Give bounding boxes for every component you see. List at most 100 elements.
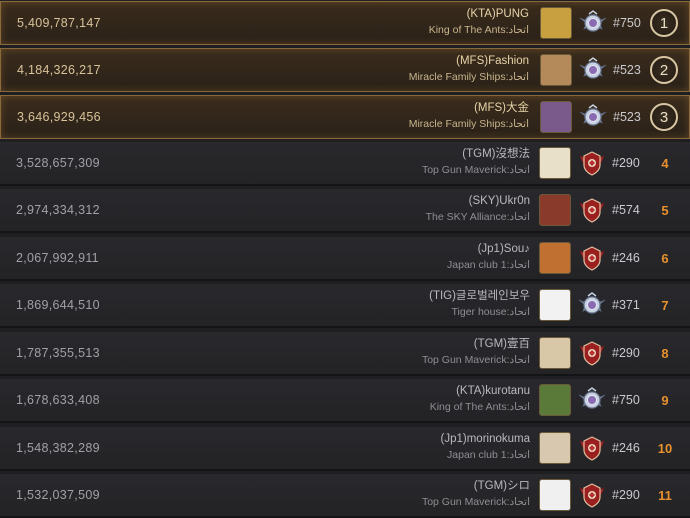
score-value: 1,532,037,509	[16, 488, 100, 502]
rank-text: 6	[661, 250, 669, 266]
level-value: #290	[612, 156, 640, 170]
level-value: #290	[612, 346, 640, 360]
level-value: #750	[613, 16, 641, 30]
red-shield-badge-icon	[577, 243, 607, 273]
leaderboard-row[interactable]: 3,646,929,456 (MFS)大金 Miracle Family Ships…	[0, 95, 690, 139]
player-info: (SKY)Ukr0n The SKY Alliance:اتحاد	[426, 193, 530, 225]
player-name: (TGM)シロ	[473, 480, 530, 492]
rank-text: 4	[661, 155, 669, 171]
guild-name: The SKY Alliance:اتحاد	[425, 211, 530, 223]
player-name: (MFS)大金	[474, 102, 529, 114]
leaderboard-row[interactable]: 1,869,644,510 (TIG)글로벌레인보우 Tiger house:اتح…	[0, 284, 690, 328]
leaderboard-row[interactable]: 1,787,355,513 (TGM)壹百 Top Gun Maverick:اتح…	[0, 332, 690, 376]
rank-text: 9	[661, 392, 669, 408]
score-value: 4,184,326,217	[17, 63, 101, 77]
player-name: (TGM)沒想法	[462, 148, 530, 160]
rank-text: 7	[661, 297, 669, 313]
player-info: (TIG)글로벌레인보우 Tiger house:اتحاد	[429, 288, 530, 320]
player-avatar-icon[interactable]	[540, 101, 572, 133]
score-value: 1,678,633,408	[16, 393, 100, 407]
leaderboard-row[interactable]: 5,409,787,147 (KTA)PUNG King of The Ants:ا…	[0, 1, 690, 45]
player-name: (MFS)Fashion	[456, 55, 529, 67]
leaderboard-row[interactable]: 2,974,334,312 (SKY)Ukr0n The SKY Alliance:…	[0, 189, 690, 233]
player-name: (Jp1)morinokuma	[440, 433, 530, 445]
silver-wing-badge-icon	[578, 55, 608, 85]
guild-name: Miracle Family Ships:اتحاد	[408, 118, 529, 130]
player-name: (KTA)kurotanu	[456, 385, 530, 397]
leaderboard-row[interactable]: 3,528,657,309 (TGM)沒想法 Top Gun Maverick:ات…	[0, 142, 690, 186]
rank-number: 5	[640, 189, 690, 231]
player-avatar-icon[interactable]	[539, 289, 571, 321]
player-info: (TGM)沒想法 Top Gun Maverick:اتحاد	[422, 146, 530, 178]
rank-text: 11	[658, 487, 672, 503]
rank-number: 11	[640, 474, 690, 516]
rank-number: 1	[639, 2, 689, 44]
guild-name: King of The Ants:اتحاد	[428, 24, 529, 36]
rank-number: 9	[640, 379, 690, 421]
score-value: 1,869,644,510	[16, 298, 100, 312]
score-value: 3,646,929,456	[17, 110, 101, 124]
silver-wing-badge-icon	[578, 8, 608, 38]
score-value: 1,787,355,513	[16, 346, 100, 360]
guild-name: Japan club 1:اتحاد	[447, 449, 530, 461]
guild-name: Top Gun Maverick:اتحاد	[421, 164, 530, 176]
red-shield-badge-icon	[577, 480, 607, 510]
leaderboard-row[interactable]: 1,532,037,509 (TGM)シロ Top Gun Maverick:اتح…	[0, 474, 690, 518]
leaderboard-row[interactable]: 4,184,326,217 (MFS)Fashion Miracle Family …	[0, 48, 690, 92]
player-avatar-icon[interactable]	[539, 337, 571, 369]
red-shield-badge-icon	[577, 148, 607, 178]
player-avatar-icon[interactable]	[539, 147, 571, 179]
player-info: (Jp1)morinokuma Japan club 1:اتحاد	[441, 431, 530, 463]
rank-number: 3	[639, 96, 689, 138]
score-value: 3,528,657,309	[16, 156, 100, 170]
player-info: (TGM)シロ Top Gun Maverick:اتحاد	[422, 478, 530, 510]
red-shield-badge-icon	[577, 195, 607, 225]
player-info: (MFS)Fashion Miracle Family Ships:اتحاد	[409, 53, 529, 85]
rank-number: 8	[640, 332, 690, 374]
player-avatar-icon[interactable]	[540, 7, 572, 39]
player-avatar-icon[interactable]	[539, 242, 571, 274]
guild-name: Top Gun Maverick:اتحاد	[421, 354, 530, 366]
silver-wing-badge-icon	[577, 290, 607, 320]
guild-name: King of The Ants:اتحاد	[429, 401, 530, 413]
player-info: (KTA)kurotanu King of The Ants:اتحاد	[430, 383, 530, 415]
player-info: (MFS)大金 Miracle Family Ships:اتحاد	[409, 100, 529, 132]
level-value: #523	[613, 63, 641, 77]
player-info: (TGM)壹百 Top Gun Maverick:اتحاد	[422, 336, 530, 368]
rank-number: 10	[640, 427, 690, 469]
score-value: 2,974,334,312	[16, 203, 100, 217]
leaderboard-row[interactable]: 1,678,633,408 (KTA)kurotanu King of The An…	[0, 379, 690, 423]
score-value: 2,067,992,911	[16, 251, 99, 265]
level-value: #371	[612, 298, 640, 312]
player-info: (KTA)PUNG King of The Ants:اتحاد	[429, 6, 529, 38]
rank-number: 7	[640, 284, 690, 326]
rank-medal: 1	[650, 9, 678, 37]
guild-name: Top Gun Maverick:اتحاد	[421, 496, 530, 508]
level-value: #246	[612, 441, 640, 455]
rank-text: 10	[657, 440, 673, 456]
player-avatar-icon[interactable]	[539, 194, 571, 226]
player-avatar-icon[interactable]	[539, 479, 571, 511]
leaderboard-row[interactable]: 1,548,382,289 (Jp1)morinokuma Japan club 1…	[0, 427, 690, 471]
player-avatar-icon[interactable]	[539, 432, 571, 464]
red-shield-badge-icon	[577, 338, 607, 368]
player-name: (SKY)Ukr0n	[468, 195, 530, 207]
player-avatar-icon[interactable]	[539, 384, 571, 416]
rank-number: 6	[640, 237, 690, 279]
rank-medal: 3	[650, 103, 678, 131]
leaderboard-row[interactable]: 2,067,992,911 (Jp1)Sou♪ Japan club 1:اتحاد…	[0, 237, 690, 281]
level-value: #750	[612, 393, 640, 407]
score-value: 1,548,382,289	[16, 441, 100, 455]
rank-number: 4	[640, 142, 690, 184]
score-value: 5,409,787,147	[17, 16, 101, 30]
level-value: #290	[612, 488, 640, 502]
guild-name: Tiger house:اتحاد	[451, 306, 530, 318]
player-name: (KTA)PUNG	[466, 8, 529, 20]
player-name: (Jp1)Sou♪	[477, 243, 530, 255]
silver-wing-badge-icon	[578, 102, 608, 132]
silver-wing-badge-icon	[577, 385, 607, 415]
level-value: #574	[612, 203, 640, 217]
player-name: (TIG)글로벌레인보우	[429, 290, 530, 302]
rank-medal: 2	[650, 56, 678, 84]
player-avatar-icon[interactable]	[540, 54, 572, 86]
